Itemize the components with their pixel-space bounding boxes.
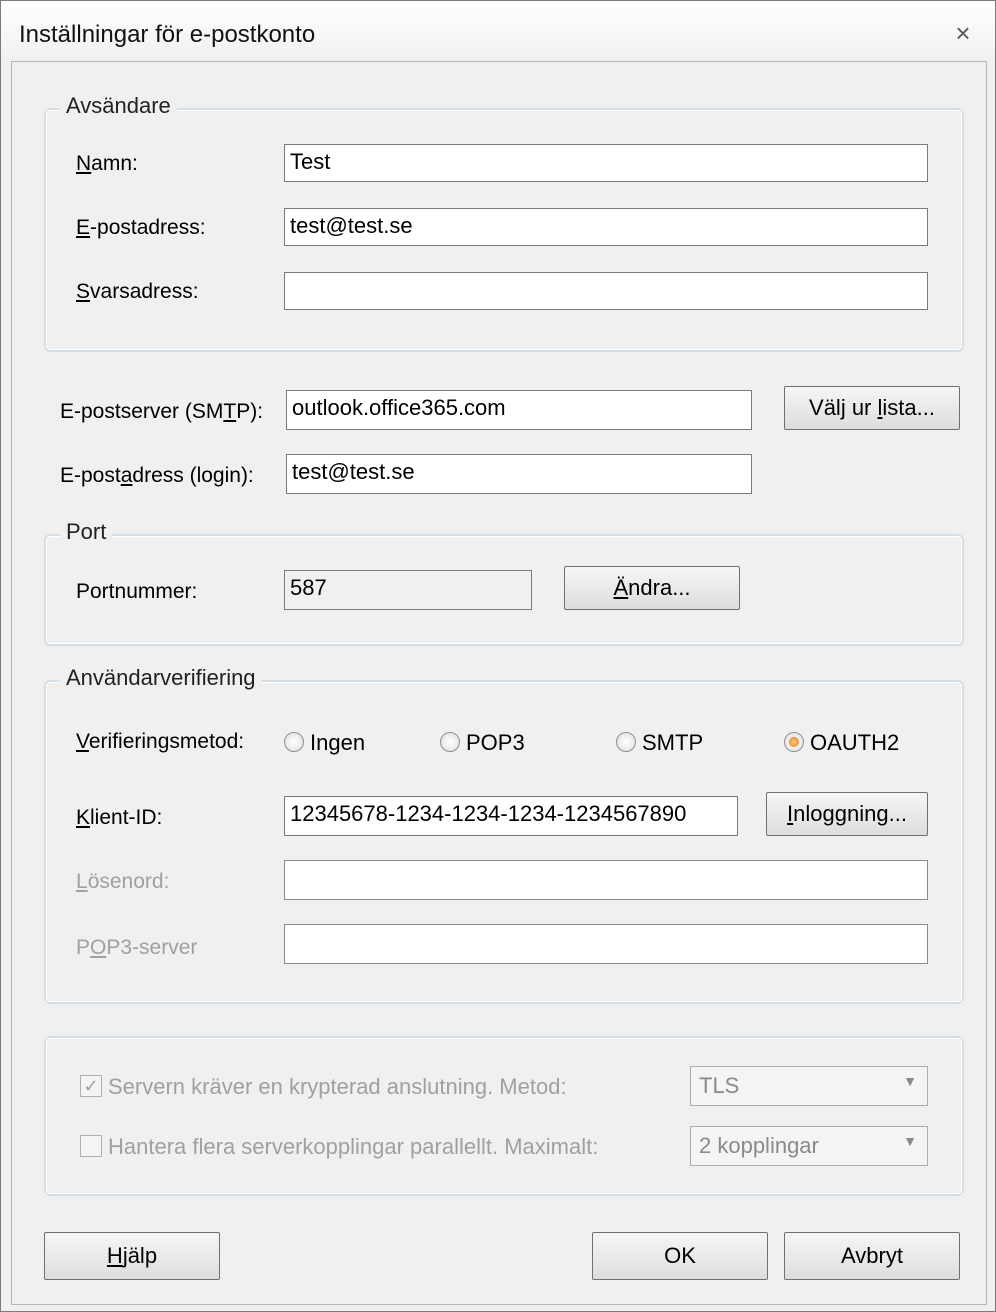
pop3-server-input[interactable] xyxy=(284,924,928,964)
port-group-legend: Port xyxy=(60,519,113,545)
radio-smtp-indicator[interactable] xyxy=(616,732,636,753)
choose-from-list-button[interactable]: Välj ur lista... xyxy=(784,386,960,430)
smtp-server-label: E-postserver (SMTP): xyxy=(60,400,264,423)
sender-group-legend: Avsändare xyxy=(60,93,177,119)
login-email-label: E-postadress (login): xyxy=(60,464,254,487)
ok-button[interactable]: OK xyxy=(592,1232,768,1280)
radio-pop3[interactable]: POP3 xyxy=(440,730,525,760)
sender-group: Avsändare Namn: Test E-postadress: test@… xyxy=(44,93,964,352)
encrypted-connection-label: Servern kräver en krypterad anslutning. … xyxy=(108,1074,567,1099)
dialog-title: Inställningar för e-postkonto xyxy=(19,21,316,48)
port-number-field: 587 xyxy=(284,570,532,610)
name-label: Namn: xyxy=(76,152,138,175)
dialog-body: Avsändare Namn: Test E-postadress: test@… xyxy=(11,61,987,1305)
auth-method-label: Verifieringsmetod: xyxy=(76,730,245,753)
connection-options-group: ✓ Servern kräver en krypterad anslutning.… xyxy=(44,1036,964,1196)
radio-pop3-indicator[interactable] xyxy=(440,732,460,753)
email-input[interactable]: test@test.se xyxy=(284,208,928,246)
title-bar[interactable]: Inställningar för e-postkonto × xyxy=(1,1,995,61)
help-button[interactable]: Hjälp xyxy=(44,1232,220,1280)
radio-oauth2-label: OAUTH2 xyxy=(810,730,900,755)
radio-pop3-label: POP3 xyxy=(466,730,525,755)
radio-ingen-label: Ingen xyxy=(310,730,366,755)
dropdown-arrow-icon: ▼ xyxy=(903,1133,917,1149)
auth-group-legend: Användarverifiering xyxy=(60,665,262,691)
settings-dialog: Inställningar för e-postkonto × Avsändar… xyxy=(0,0,996,1312)
email-label: E-postadress: xyxy=(76,216,206,239)
name-input[interactable]: Test xyxy=(284,144,928,182)
cancel-button[interactable]: Avbryt xyxy=(784,1232,960,1280)
radio-smtp[interactable]: SMTP xyxy=(616,730,703,760)
port-group: Port Portnummer: 587 Ändra... xyxy=(44,519,964,646)
encrypted-check-icon[interactable]: ✓ xyxy=(80,1075,102,1098)
reply-address-label: Svarsadress: xyxy=(76,280,199,303)
radio-oauth2[interactable]: OAUTH2 xyxy=(784,730,899,760)
encrypted-connection-checkbox[interactable]: ✓ Servern kräver en krypterad anslutning.… xyxy=(80,1074,567,1100)
radio-oauth2-indicator[interactable] xyxy=(784,732,804,753)
pop3-server-label: POP3-server xyxy=(76,936,198,959)
login-email-input[interactable]: test@test.se xyxy=(286,454,752,494)
parallel-connections-checkbox[interactable]: Hantera flera serverkopplingar parallell… xyxy=(80,1134,598,1160)
radio-ingen[interactable]: Ingen xyxy=(284,730,365,760)
encryption-method-dropdown[interactable]: TLS ▼ xyxy=(690,1066,928,1106)
smtp-server-input[interactable]: outlook.office365.com xyxy=(286,390,752,430)
change-port-button[interactable]: Ändra... xyxy=(564,566,740,610)
client-id-input[interactable]: 12345678-1234-1234-1234-1234567890 xyxy=(284,796,738,836)
port-number-label: Portnummer: xyxy=(76,580,198,603)
max-connections-value: 2 kopplingar xyxy=(699,1133,819,1158)
max-connections-dropdown[interactable]: 2 kopplingar ▼ xyxy=(690,1126,928,1166)
reply-address-input[interactable] xyxy=(284,272,928,310)
encryption-method-value: TLS xyxy=(699,1073,740,1098)
radio-smtp-label: SMTP xyxy=(642,730,704,755)
password-label: Lösenord: xyxy=(76,870,170,893)
client-id-label: Klient-ID: xyxy=(76,806,163,829)
parallel-connections-label: Hantera flera serverkopplingar parallell… xyxy=(108,1134,599,1159)
radio-ingen-indicator[interactable] xyxy=(284,732,304,753)
password-input[interactable] xyxy=(284,860,928,900)
auth-group: Användarverifiering Verifieringsmetod: I… xyxy=(44,665,964,1004)
close-icon[interactable]: × xyxy=(949,19,977,47)
login-button[interactable]: Inloggning... xyxy=(766,792,928,836)
parallel-check-box[interactable] xyxy=(80,1135,102,1158)
dropdown-arrow-icon: ▼ xyxy=(903,1073,917,1089)
